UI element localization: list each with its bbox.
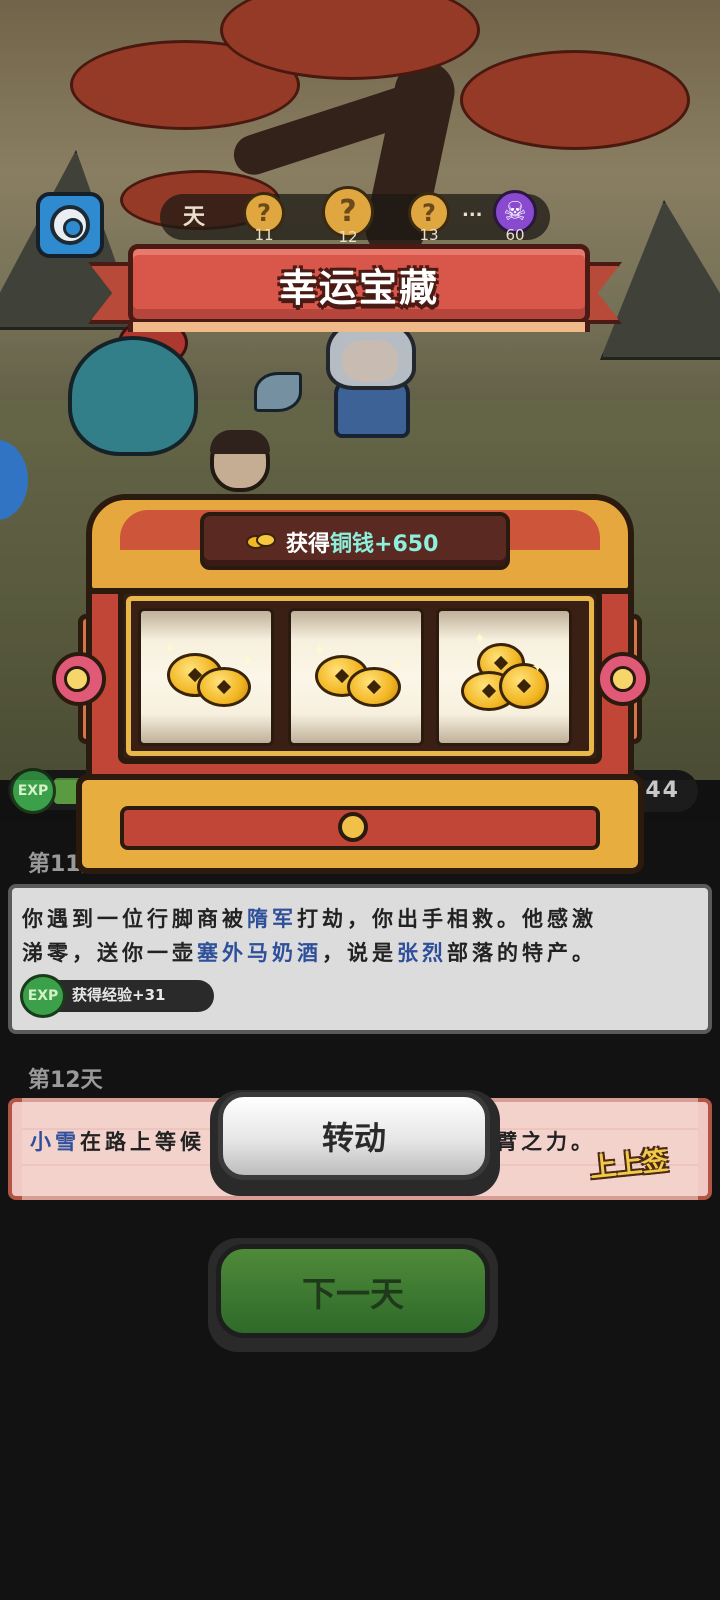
chest-knob-center	[610, 666, 636, 692]
gear-icon	[50, 205, 90, 245]
sparkle-icon: ✦	[313, 641, 327, 660]
sparkle-icon: ✦	[473, 629, 487, 648]
reward-currency: 铜钱	[330, 532, 375, 557]
highlight-item: 塞外马奶酒	[197, 941, 322, 965]
log-line-end: 臂之力。	[496, 1130, 596, 1154]
popup-title: 幸运宝藏	[278, 265, 439, 310]
sparkle-icon: ✦	[241, 651, 255, 670]
log-line: 涕零，送你一壶塞外马奶酒，说是张烈部落的特产。	[22, 941, 597, 965]
highlight-name: 小雪	[30, 1130, 80, 1154]
title-banner: 幸运宝藏	[128, 244, 590, 324]
highlight-name: 隋军	[247, 907, 297, 931]
slot-reel-1: ✦ ✦	[138, 608, 274, 746]
sparkle-icon: ✦	[531, 657, 545, 676]
day-heading: 第12天	[28, 1068, 103, 1093]
log-line: 你遇到一位行脚商被隋军打劫，你出手相救。他感激	[22, 907, 597, 931]
log-line: 小雪在路上等候	[30, 1130, 205, 1154]
next-day-button[interactable]: 下一天	[216, 1244, 490, 1338]
chest-knob-center	[64, 666, 90, 692]
ellipsis: ...	[462, 200, 483, 221]
spin-button[interactable]: 转动	[218, 1092, 490, 1180]
day-label: 天	[182, 205, 205, 230]
exp-icon: EXP	[20, 974, 66, 1018]
highlight-name: 张烈	[397, 941, 447, 965]
sparkle-icon: ✦	[163, 639, 177, 658]
settings-button[interactable]	[36, 192, 104, 258]
sparkle-icon: ✦	[391, 655, 405, 674]
slot-reel-3: ✦ ✦	[436, 608, 572, 746]
coin-icon	[197, 667, 251, 707]
reward-summary: 获得铜钱+650	[286, 532, 439, 557]
lock-icon	[338, 812, 368, 842]
boss-day-number: 60	[505, 226, 525, 244]
day-node-number: 11	[254, 226, 274, 244]
reward-text: 获得经验+31	[72, 986, 166, 1004]
reward-amount: +650	[374, 532, 439, 557]
slot-reel-2: ✦ ✦	[288, 608, 424, 746]
coin-icon	[246, 533, 276, 549]
ribbon-stripe	[128, 322, 590, 332]
day-node-number: 13	[419, 226, 439, 244]
